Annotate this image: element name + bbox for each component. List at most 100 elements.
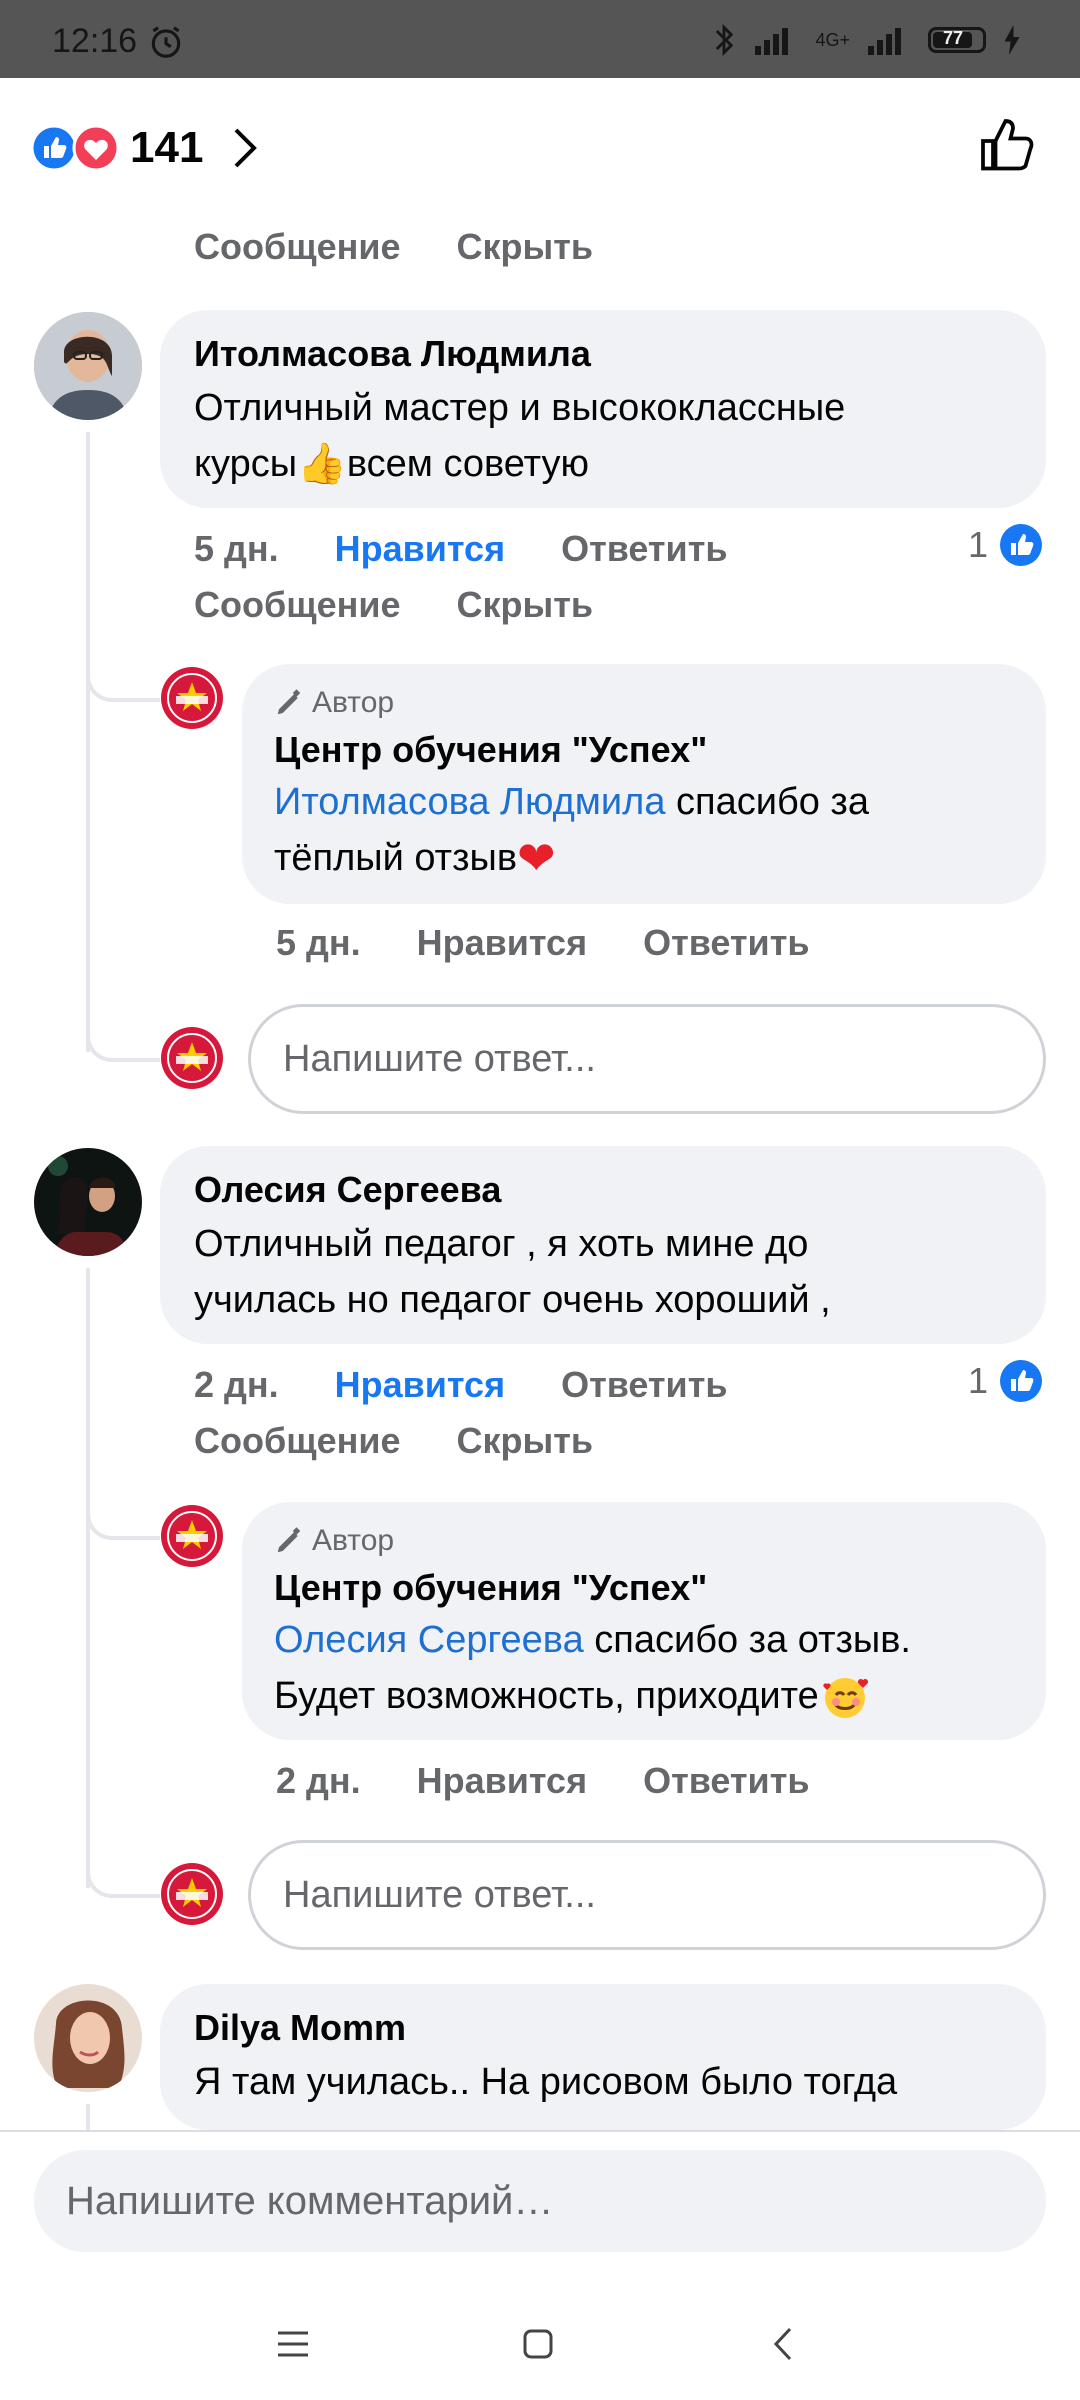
avatar[interactable] [34,312,142,420]
battery-icon: 77 [928,27,986,53]
avatar[interactable] [34,1148,142,1256]
comment-text-line: Отличный педагог , я хоть мине до [194,1223,809,1265]
comment-time: 5 дн. [194,528,279,569]
status-time: 12:16 [52,22,185,61]
mention-link[interactable]: Итолмасова Людмила [274,781,665,823]
comment-text-part: всем советую [346,443,589,485]
author-badge: Автор [274,1524,394,1558]
comment-author[interactable]: Олесия Сергеева [194,1168,501,1212]
reply-text-line: Будет возможность, приходите [274,1668,871,1724]
comment-bubble[interactable]: Dilya Momm Я там училась.. На рисовом бы… [160,1984,1046,2130]
reply-input[interactable]: Напишите ответ... [248,1840,1046,1950]
reactions-header: 141 [0,78,1080,206]
reply-actions: 5 дн. Нравится Ответить [276,922,809,964]
like-love-reaction-icons[interactable] [30,122,122,174]
comment-text-line: училась но педагог очень хороший , [194,1279,831,1321]
page-avatar [160,1862,224,1926]
reaction-badge[interactable]: 1 [968,522,1044,568]
uspeh-logo [161,1027,223,1089]
like-button[interactable]: Нравится [335,528,505,570]
prev-comment-actions: Сообщение Скрыть [194,226,593,268]
comment-secondary-actions: Сообщение Скрыть [194,1420,593,1462]
reply-text-line: Олесия Сергеева спасибо за отзыв. [274,1612,911,1668]
message-button[interactable]: Сообщение [194,584,401,626]
thread-line [86,432,90,1052]
like-reaction-icon [1000,1360,1043,1402]
thread-connector [86,1836,160,1898]
thread-connector [86,640,160,702]
comment-author[interactable]: Итолмасова Людмила [194,332,591,376]
reply-time: 2 дн. [276,1760,361,1801]
comment-bubble[interactable]: Итолмасова Людмила Отличный мастер и выс… [160,310,1046,508]
hide-button[interactable]: Скрыть [457,226,594,268]
hide-button[interactable]: Скрыть [457,584,594,626]
pencil-icon [277,1527,301,1553]
battery-level: 77 [943,28,964,48]
uspeh-logo [161,1505,223,1567]
reply-button[interactable]: Ответить [643,922,809,964]
reply-text-part: тёплый отзыв [274,837,518,879]
reaction-count: 1 [968,1360,989,1401]
reply-input[interactable]: Напишите ответ... [248,1004,1046,1114]
avatar-photo [34,1984,142,2092]
pencil-icon [277,689,301,715]
home-icon[interactable] [522,2328,554,2360]
comment-text-part: курсы [194,443,298,485]
clock-text: 12:16 [52,22,138,60]
comment-input[interactable]: Напишите комментарий… [34,2150,1046,2252]
status-icons: 4G+ 77 [711,22,1020,58]
network-type: 4G+ [815,29,850,50]
avatar[interactable] [34,1984,142,2092]
status-bar: 12:16 4G+ 77 [0,0,1080,78]
comment-author[interactable]: Dilya Momm [194,2006,406,2050]
alarm-icon [151,25,181,58]
reply-actions: 2 дн. Нравится Ответить [276,1760,809,1802]
reaction-badge[interactable]: 1 [968,1358,1044,1404]
reply-text-line: тёплый отзыв ❤ [274,830,556,886]
reply-text-line: Итолмасова Людмила спасибо за [274,774,869,830]
thread-connector [86,1478,160,1540]
charging-icon [1004,25,1020,55]
page-avatar[interactable] [160,1504,224,1568]
reply-button[interactable]: Ответить [561,528,727,570]
reply-author[interactable]: Центр обучения "Успех" [274,1566,707,1610]
reaction-count: 1 [968,524,989,565]
bluetooth-icon [716,23,734,57]
comment-text-line: курсы 👍 всем советую [194,436,589,492]
reply-bubble[interactable]: Автор Центр обучения "Успех" Итолмасова … [242,664,1046,904]
signal-icon [755,28,789,55]
thread-line [86,1268,90,1888]
comment-secondary-actions: Сообщение Скрыть [194,584,593,626]
like-button[interactable]: Нравится [335,1364,505,1406]
reply-bubble[interactable]: Автор Центр обучения "Успех" Олесия Серг… [242,1502,1046,1740]
avatar-photo [34,312,142,420]
like-reaction-icon [1000,524,1043,566]
uspeh-logo [161,667,223,729]
reaction-count[interactable]: 141 [130,122,203,174]
mention-link[interactable]: Олесия Сергеева [274,1619,584,1661]
reply-input-placeholder: Напишите ответ... [283,1038,596,1080]
comment-text-line: Я там училась.. На рисовом было тогда [194,2061,898,2103]
chevron-right-icon[interactable] [230,122,260,174]
like-button[interactable]: Нравится [417,1760,587,1802]
reply-author[interactable]: Центр обучения "Успех" [274,728,707,772]
page-avatar[interactable] [160,666,224,730]
like-button[interactable]: Нравится [417,922,587,964]
reply-time: 5 дн. [276,922,361,963]
reply-text-part: Будет возможность, приходите [274,1675,819,1717]
thread-line [86,2104,90,2130]
menu-icon[interactable] [276,2330,310,2358]
comment-bubble[interactable]: Олесия Сергеева Отличный педагог , я хот… [160,1146,1046,1344]
reply-button[interactable]: Ответить [561,1364,727,1406]
reply-button[interactable]: Ответить [643,1760,809,1802]
hide-button[interactable]: Скрыть [457,1420,594,1462]
message-button[interactable]: Сообщение [194,226,401,268]
author-tag-label: Автор [312,1524,395,1557]
footer-divider [0,2130,1080,2132]
back-icon[interactable] [772,2326,794,2362]
thread-connector [86,1000,160,1062]
reply-text-part: спасибо за [665,781,869,823]
message-button[interactable]: Сообщение [194,1420,401,1462]
like-icon[interactable] [978,116,1038,176]
author-tag-label: Автор [312,686,395,719]
